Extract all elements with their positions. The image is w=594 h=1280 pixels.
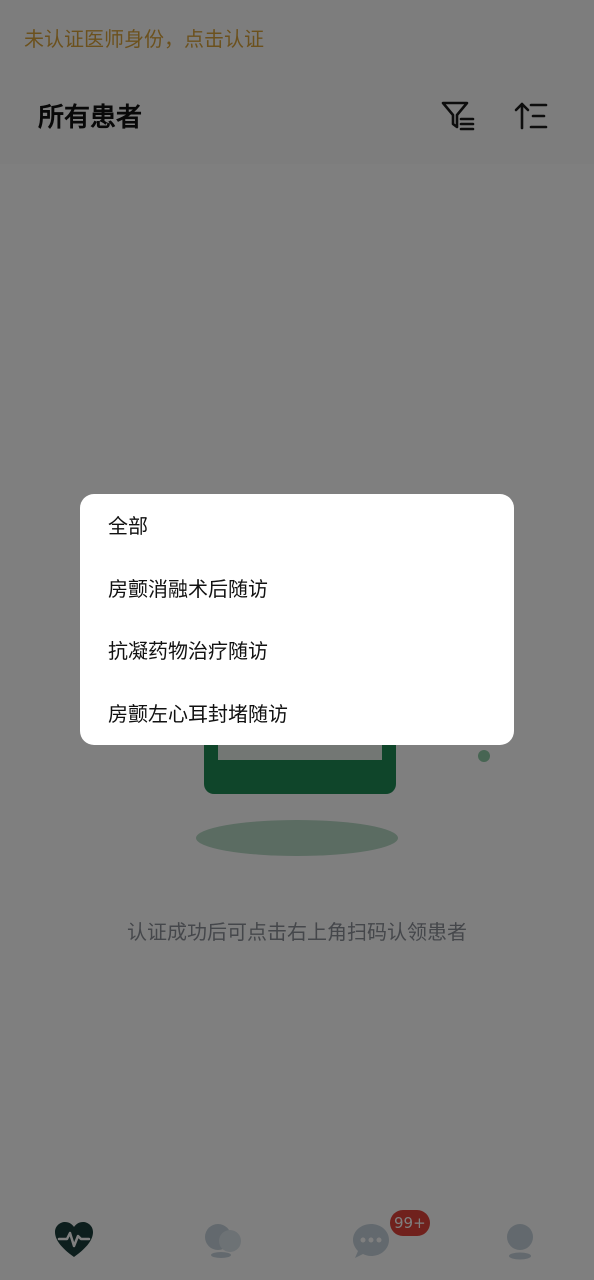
menu-item-ablation-follow-up[interactable]: 房颤消融术后随访 [80, 558, 514, 620]
screen: 未认证医师身份，点击认证 所有患者 [0, 0, 594, 1280]
follow-up-type-menu: 全部 房颤消融术后随访 抗凝药物治疗随访 房颤左心耳封堵随访 [80, 494, 514, 745]
menu-item-all[interactable]: 全部 [80, 495, 514, 557]
menu-item-anticoagulant-follow-up[interactable]: 抗凝药物治疗随访 [80, 620, 514, 682]
menu-item-laa-occlusion-follow-up[interactable]: 房颤左心耳封堵随访 [80, 683, 514, 745]
